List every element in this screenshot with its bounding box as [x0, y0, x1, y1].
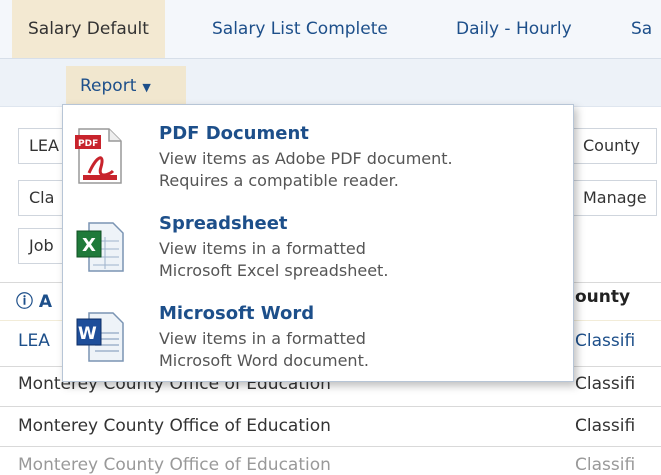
table-row-cell[interactable]: Classifi: [575, 374, 635, 394]
table-row-cell[interactable]: Classifi: [575, 455, 635, 475]
table-row[interactable]: Monterey County Office of Education: [18, 455, 331, 475]
menu-item-desc: Requires a compatible reader.: [159, 171, 399, 190]
table-row[interactable]: LEA: [18, 331, 50, 351]
report-label: Report: [80, 76, 137, 96]
menu-item-desc: Microsoft Word document.: [159, 351, 369, 370]
menu-item-desc: View items as Adobe PDF document.: [159, 149, 453, 168]
report-dropdown-menu: PDF PDF Document View items as Adobe PDF…: [62, 104, 574, 382]
chevron-down-icon: ▼: [142, 81, 151, 94]
word-icon: W: [75, 307, 125, 365]
tab-daily-hourly[interactable]: Daily - Hourly: [456, 0, 572, 58]
menu-item-title: PDF Document: [159, 123, 309, 144]
section-label-left: A: [38, 292, 53, 312]
section-header-left: ⓘ A: [16, 287, 52, 312]
menu-item-desc: View items in a formatted: [159, 329, 366, 348]
menu-item-desc: Microsoft Excel spreadsheet.: [159, 261, 389, 280]
pdf-icon: PDF: [75, 127, 125, 185]
svg-text:W: W: [78, 324, 97, 344]
table-row[interactable]: Monterey County Office of Education: [18, 416, 331, 436]
tab-sa[interactable]: Sa: [631, 0, 652, 58]
info-icon: ⓘ: [16, 292, 33, 312]
section-header-right: ounty: [575, 287, 631, 307]
tab-bar: Salary Default Salary List Complete Dail…: [0, 0, 661, 59]
menu-item-title: Spreadsheet: [159, 213, 288, 234]
report-button[interactable]: Report ▼: [66, 66, 186, 106]
divider: [0, 406, 661, 407]
svg-text:X: X: [82, 235, 96, 256]
manage-field[interactable]: Manage: [572, 180, 657, 216]
table-row-cell[interactable]: Classifi: [575, 416, 635, 436]
excel-icon: X: [75, 217, 125, 275]
tab-salary-default[interactable]: Salary Default: [12, 0, 165, 58]
svg-text:PDF: PDF: [78, 139, 98, 149]
table-row-cell[interactable]: Classifi: [575, 331, 635, 351]
menu-item-title: Microsoft Word: [159, 303, 315, 324]
divider: [0, 446, 661, 447]
menu-item-spreadsheet[interactable]: X Spreadsheet View items in a formatted …: [63, 203, 573, 293]
menu-item-word[interactable]: W Microsoft Word View items in a formatt…: [63, 293, 573, 383]
menu-item-desc: View items in a formatted: [159, 239, 366, 258]
tab-salary-list-complete[interactable]: Salary List Complete: [212, 0, 388, 58]
county-field[interactable]: County: [572, 128, 657, 164]
menu-item-pdf[interactable]: PDF PDF Document View items as Adobe PDF…: [63, 113, 573, 203]
